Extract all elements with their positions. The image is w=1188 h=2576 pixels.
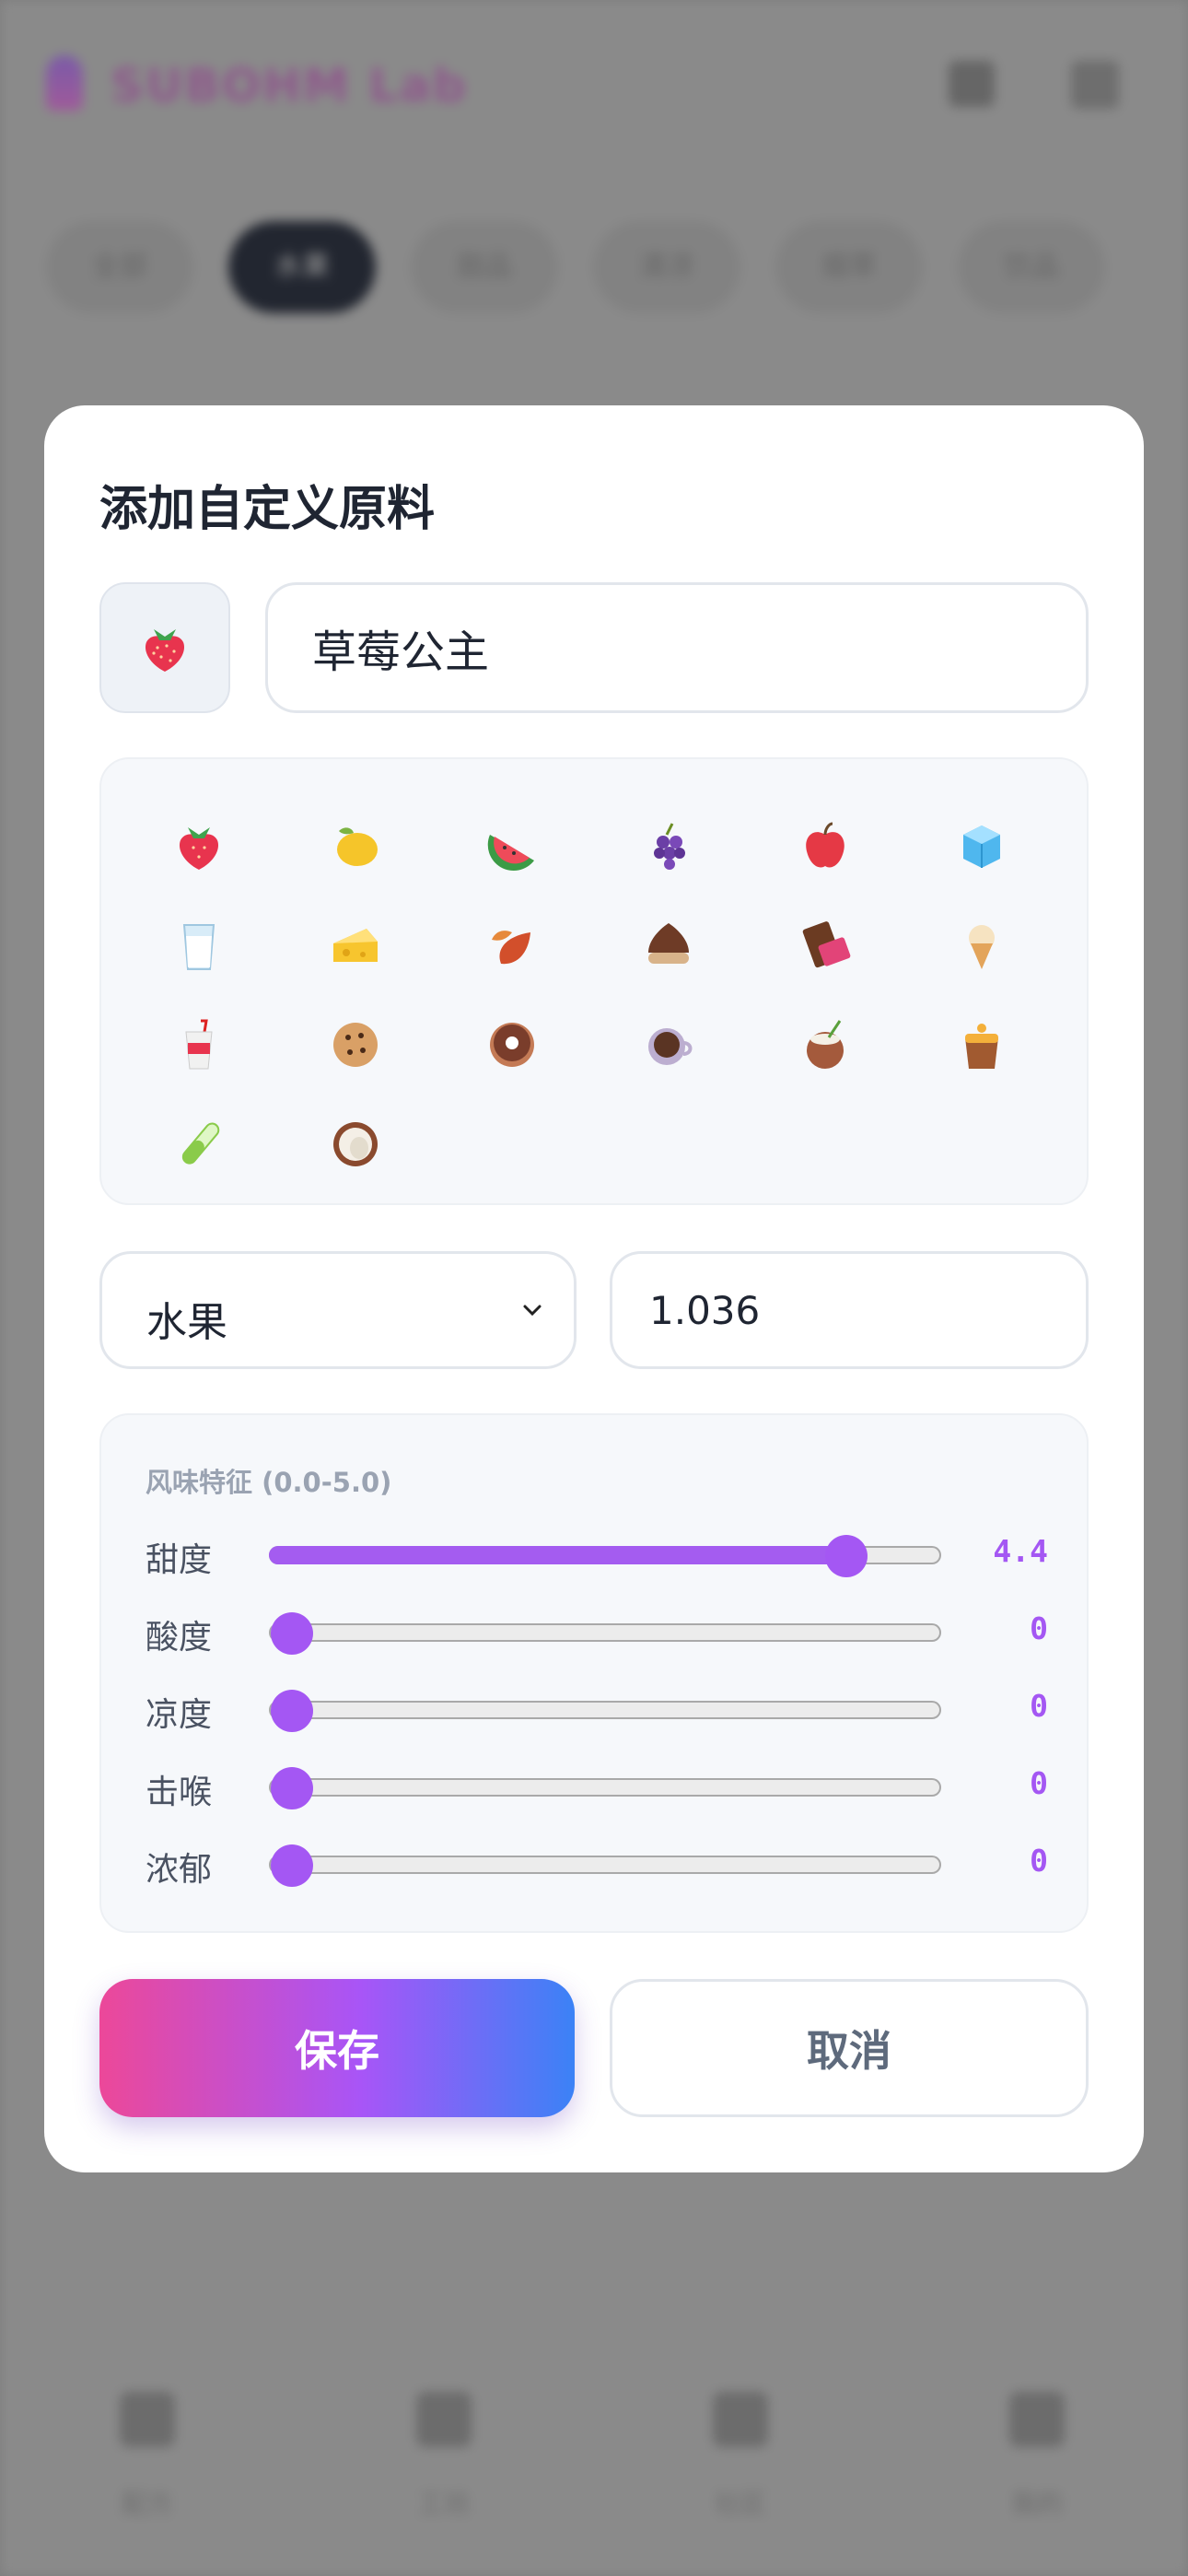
- watermelon-icon: [487, 835, 534, 872]
- icon-option-coffee-cup[interactable]: [623, 999, 715, 1091]
- slider-thumb[interactable]: [271, 1844, 313, 1887]
- icon-option-leaves[interactable]: [466, 899, 558, 991]
- category-select[interactable]: 水果: [99, 1251, 577, 1369]
- flavor-row-sweetness: 甜度 4.4: [146, 1526, 1048, 1581]
- cookie-icon: [333, 1023, 378, 1067]
- app-title: SUBOHM Lab: [111, 59, 468, 112]
- slider-thumb[interactable]: [271, 1612, 313, 1655]
- apple-icon: [806, 822, 844, 868]
- icon-option-chocolate-bar[interactable]: [779, 899, 871, 991]
- menu-icon: [1071, 61, 1119, 109]
- cheese-icon: [333, 929, 378, 962]
- icon-option-cheese[interactable]: [309, 899, 402, 991]
- icon-option-grapes[interactable]: [623, 800, 715, 892]
- modal-title: 添加自定义原料: [99, 482, 436, 537]
- bottom-tab: 配方: [101, 2392, 193, 2576]
- icon-option-watermelon[interactable]: [466, 800, 558, 892]
- chestnut-icon: [648, 923, 689, 964]
- icon-option-strawberry[interactable]: [153, 800, 245, 892]
- cancel-button[interactable]: 取消: [610, 1979, 1089, 2117]
- flavor-value: 0: [1030, 1843, 1048, 1879]
- flavor-label: 甜度: [146, 1541, 213, 1579]
- donut-icon: [490, 1023, 534, 1067]
- category-chip: 烟草: [775, 221, 923, 313]
- app-logo: [46, 55, 83, 111]
- icon-option-donut[interactable]: [466, 999, 558, 1091]
- category-chip: 甜品: [411, 221, 558, 313]
- add-ingredient-modal: 添加自定义原料 草莓公主 水果 1.036 风味特征 (0.0-5.0) 甜度 …: [44, 405, 1144, 2172]
- icon-option-chestnut[interactable]: [623, 899, 715, 991]
- milk-glass-icon: [182, 924, 215, 970]
- icon-option-milk-glass[interactable]: [153, 899, 245, 991]
- icon-option-pudding[interactable]: [936, 999, 1028, 1091]
- flavor-panel: 风味特征 (0.0-5.0) 甜度 4.4 酸度 0 凉度 0 击喉 0 浓郁 …: [99, 1413, 1089, 1933]
- pudding-icon: [965, 1024, 998, 1069]
- throat-hit-slider[interactable]: [269, 1767, 941, 1809]
- slider-fill: [269, 1546, 846, 1564]
- coconut-icon: [333, 1122, 378, 1166]
- icon-option-apple[interactable]: [779, 800, 871, 892]
- lemon-icon: [337, 827, 378, 866]
- icon-option-ice-cube[interactable]: [936, 800, 1028, 892]
- flavor-label: 酸度: [146, 1619, 213, 1657]
- flavor-value: 0: [1030, 1688, 1048, 1724]
- flavor-label: 击喉: [146, 1774, 213, 1811]
- soda-cup-icon: [185, 1019, 213, 1070]
- icon-picker-grid: [99, 757, 1089, 1205]
- share-icon: [949, 61, 995, 107]
- icon-option-soda-cup[interactable]: [153, 999, 245, 1091]
- bottom-tab: 工坊: [398, 2392, 490, 2576]
- richness-slider[interactable]: [269, 1844, 941, 1887]
- icon-option-test-tube[interactable]: [153, 1098, 245, 1190]
- flavor-value: 0: [1030, 1610, 1048, 1646]
- slider-thumb[interactable]: [271, 1767, 313, 1809]
- save-button[interactable]: 保存: [99, 1979, 575, 2117]
- ingredient-name-input[interactable]: [265, 582, 1089, 713]
- test-tube-icon: [181, 1122, 220, 1165]
- icon-option-coconut-drink[interactable]: [779, 999, 871, 1091]
- grapes-icon: [654, 823, 685, 870]
- flavor-value: 4.4: [993, 1533, 1048, 1569]
- icon-option-lemon[interactable]: [309, 800, 402, 892]
- chocolate-bar-icon: [802, 921, 851, 968]
- ice-cube-icon: [963, 825, 1000, 868]
- flavor-label: 浓郁: [146, 1851, 213, 1889]
- strawberry-icon: [179, 827, 219, 870]
- ratio-input[interactable]: [610, 1251, 1089, 1369]
- ice-cream-icon: [969, 925, 995, 969]
- flavor-row-sourness: 酸度 0: [146, 1603, 1048, 1658]
- strawberry-icon: [145, 629, 185, 672]
- leaves-icon: [492, 931, 530, 965]
- bottom-tab: 我的: [991, 2392, 1083, 2576]
- slider-thumb[interactable]: [824, 1535, 868, 1577]
- coolness-slider[interactable]: [269, 1690, 941, 1732]
- sourness-slider[interactable]: [269, 1612, 941, 1655]
- flavor-row-richness: 浓郁 0: [146, 1835, 1048, 1891]
- selected-icon-preview[interactable]: [99, 582, 230, 713]
- icon-option-coconut[interactable]: [309, 1098, 402, 1190]
- flavor-row-coolness: 凉度 0: [146, 1680, 1048, 1736]
- flavor-row-throat-hit: 击喉 0: [146, 1758, 1048, 1813]
- flavor-title: 风味特征 (0.0-5.0): [146, 1467, 392, 1498]
- chevron-down-icon: [523, 1305, 542, 1317]
- category-chip: 全部: [46, 221, 193, 313]
- bottom-tab: 社区: [694, 2392, 786, 2576]
- category-chip: 饮品: [958, 221, 1105, 313]
- category-chip: 清凉: [593, 221, 740, 313]
- flavor-value: 0: [1030, 1765, 1048, 1801]
- icon-option-cookie[interactable]: [309, 999, 402, 1091]
- icon-option-ice-cream[interactable]: [936, 899, 1028, 991]
- coconut-drink-icon: [807, 1020, 844, 1069]
- flavor-label: 凉度: [146, 1696, 213, 1734]
- coffee-cup-icon: [648, 1028, 693, 1065]
- category-select-value: 水果: [146, 1299, 227, 1346]
- sweetness-slider[interactable]: [269, 1535, 941, 1577]
- slider-thumb[interactable]: [271, 1690, 313, 1732]
- category-chip-active: 水果: [228, 221, 376, 313]
